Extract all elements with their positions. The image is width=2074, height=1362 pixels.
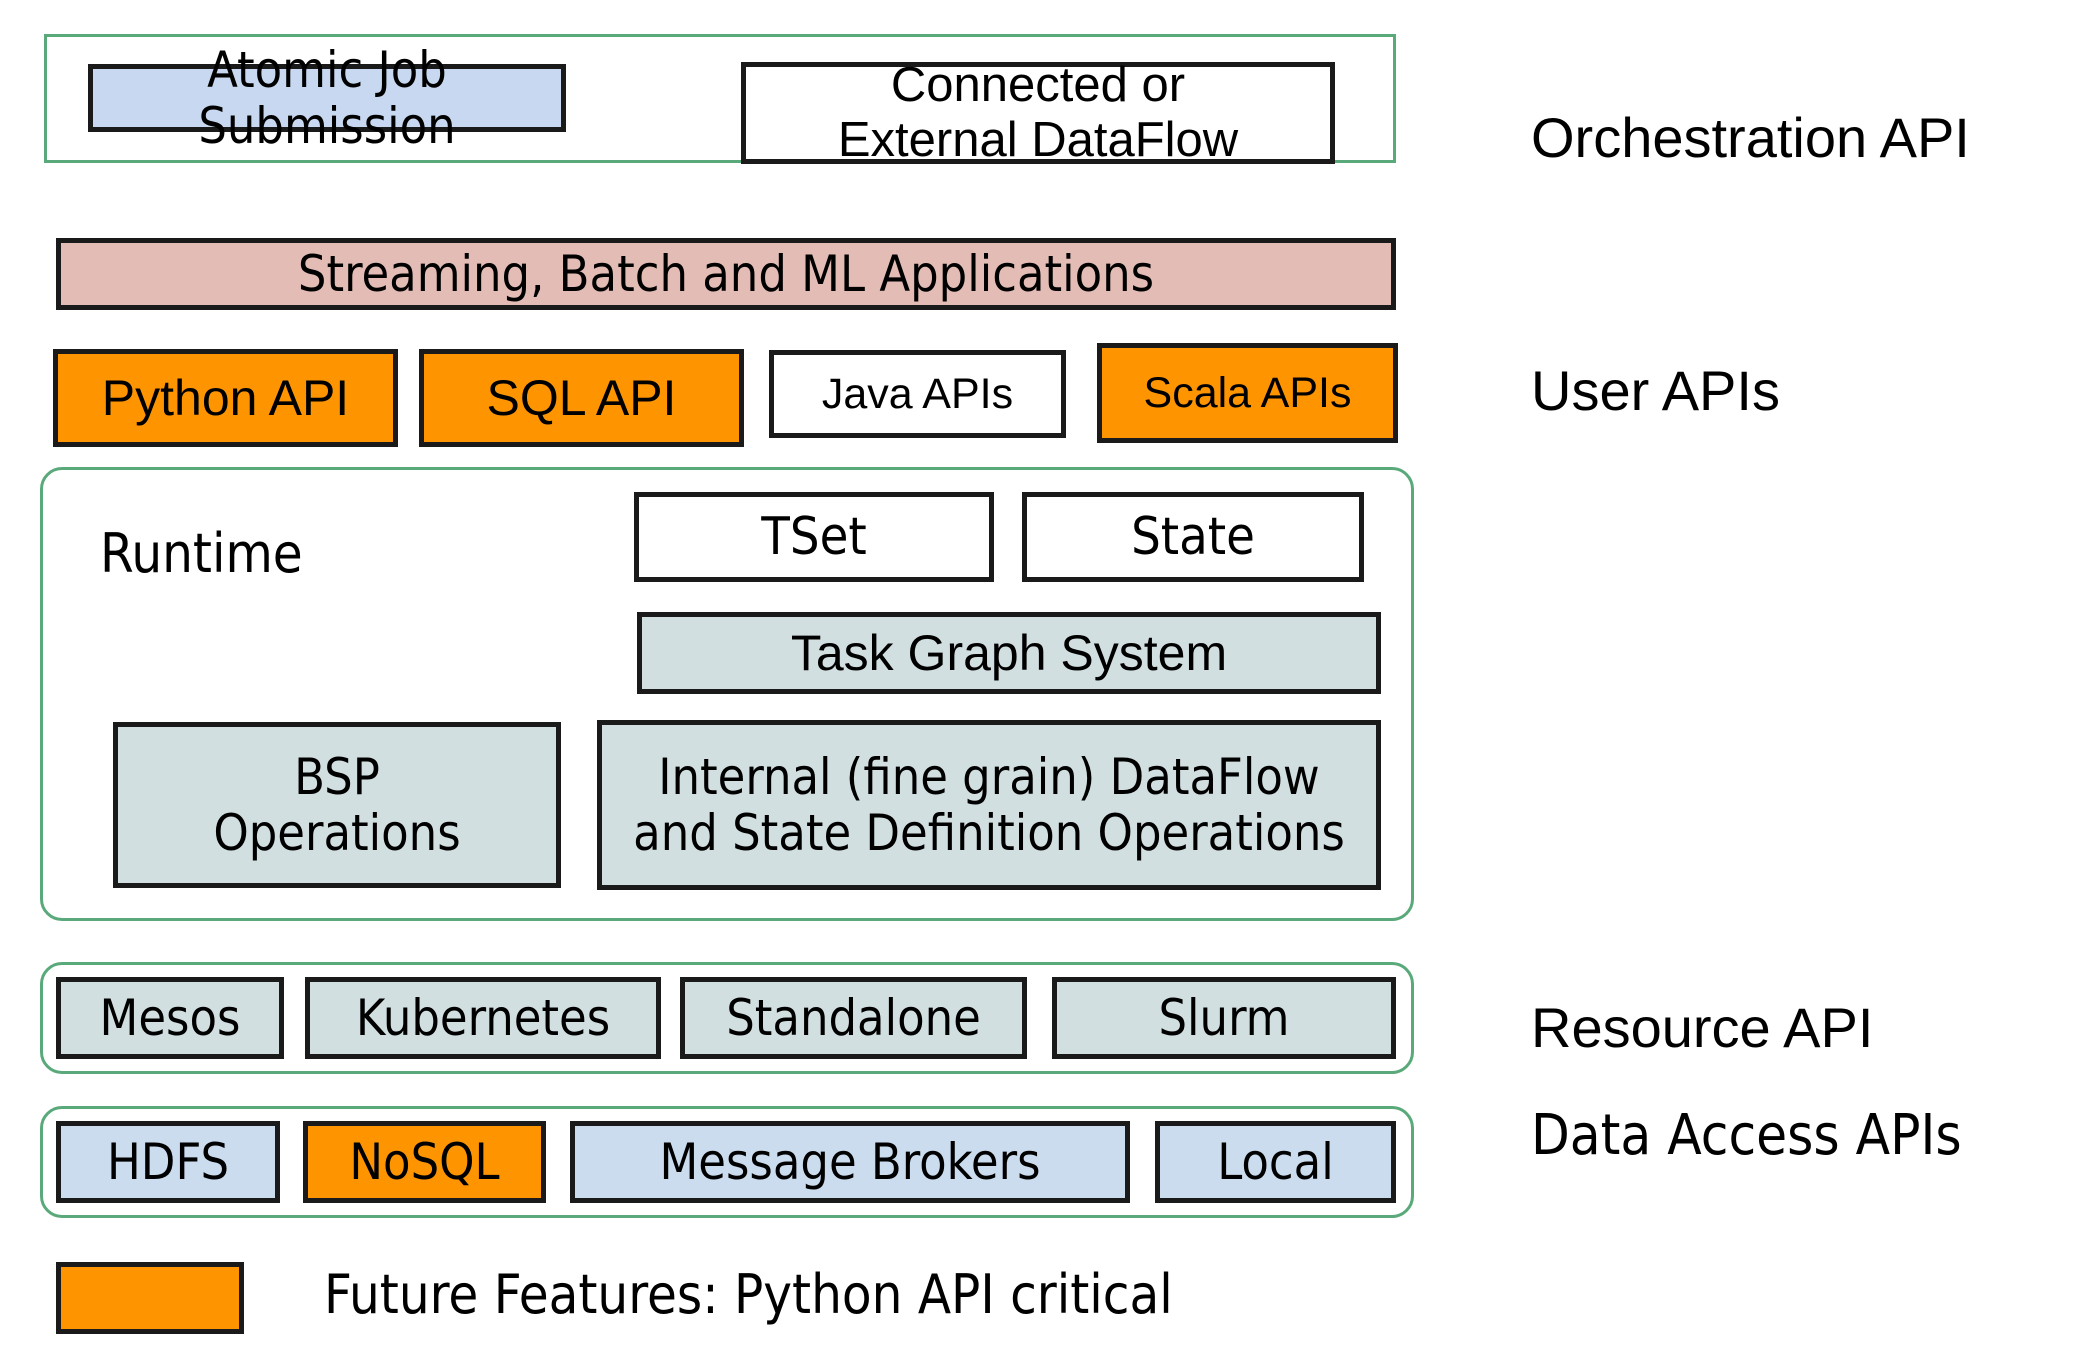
- diagram-canvas: Atomic Job Submission Connected or Exter…: [0, 0, 2074, 1362]
- tier-label-user-apis: User APIs: [1531, 359, 1780, 422]
- box-label: HDFS: [106, 1133, 230, 1191]
- box-hdfs[interactable]: HDFS: [56, 1121, 280, 1203]
- box-label: Java APIs: [821, 369, 1014, 418]
- legend-text: Future Features: Python API critical: [324, 1263, 1173, 1326]
- box-java-apis[interactable]: Java APIs: [769, 350, 1066, 438]
- box-label: SQL API: [486, 370, 677, 426]
- box-python-api[interactable]: Python API: [53, 349, 398, 447]
- box-label: State: [1131, 506, 1255, 567]
- box-tset[interactable]: TSet: [634, 492, 994, 582]
- box-connected-or-external-dataflow[interactable]: Connected or External DataFlow: [741, 58, 1335, 167]
- box-state[interactable]: State: [1022, 492, 1364, 582]
- box-task-graph-system[interactable]: Task Graph System: [637, 612, 1381, 694]
- box-internal-dataflow-state-definition[interactable]: Internal (fine grain) DataFlow and State…: [597, 720, 1381, 890]
- box-label: Task Graph System: [790, 625, 1228, 681]
- box-message-brokers[interactable]: Message Brokers: [570, 1121, 1130, 1203]
- runtime-caption: Runtime: [100, 522, 303, 585]
- box-label-line2: External DataFlow: [837, 113, 1239, 167]
- box-label-line1: Internal (fine grain) DataFlow: [658, 748, 1320, 806]
- box-label-line1: Atomic Job: [207, 41, 447, 99]
- box-label: Local: [1217, 1133, 1334, 1191]
- box-label-line1: Connected or: [890, 58, 1186, 113]
- box-streaming-batch-ml-applications[interactable]: Streaming, Batch and ML Applications: [56, 238, 1396, 310]
- box-slurm[interactable]: Slurm: [1052, 977, 1396, 1059]
- box-label: Mesos: [99, 989, 241, 1047]
- box-label: Kubernetes: [355, 989, 611, 1047]
- tier-label-resource-api: Resource API: [1531, 996, 1874, 1059]
- box-label: Streaming, Batch and ML Applications: [297, 245, 1155, 303]
- box-label: Message Brokers: [659, 1133, 1041, 1191]
- tier-label-orchestration-api: Orchestration API: [1531, 106, 1970, 169]
- box-local[interactable]: Local: [1155, 1121, 1396, 1203]
- box-label-line2: and State Definition Operations: [633, 804, 1345, 862]
- box-bsp-operations[interactable]: BSP Operations: [113, 722, 561, 888]
- box-label-line1: BSP: [294, 748, 380, 806]
- box-label: Standalone: [726, 989, 981, 1047]
- box-scala-apis[interactable]: Scala APIs: [1097, 343, 1398, 443]
- box-mesos[interactable]: Mesos: [56, 977, 284, 1059]
- box-label: TSet: [761, 506, 867, 567]
- box-sql-api[interactable]: SQL API: [419, 349, 744, 447]
- box-kubernetes[interactable]: Kubernetes: [305, 977, 661, 1059]
- box-label: NoSQL: [349, 1133, 500, 1191]
- tier-label-data-access-apis: Data Access APIs: [1531, 1103, 1962, 1168]
- box-nosql[interactable]: NoSQL: [303, 1121, 546, 1203]
- box-label: Scala APIs: [1143, 368, 1352, 417]
- box-label-line2: Operations: [213, 804, 461, 862]
- box-label: Python API: [101, 370, 350, 426]
- box-atomic-job-submission[interactable]: Atomic Job Submission: [88, 42, 566, 154]
- box-standalone[interactable]: Standalone: [680, 977, 1027, 1059]
- box-label: Slurm: [1158, 989, 1290, 1047]
- box-label-line2: Submission: [198, 97, 456, 155]
- legend-swatch-orange: [56, 1262, 244, 1334]
